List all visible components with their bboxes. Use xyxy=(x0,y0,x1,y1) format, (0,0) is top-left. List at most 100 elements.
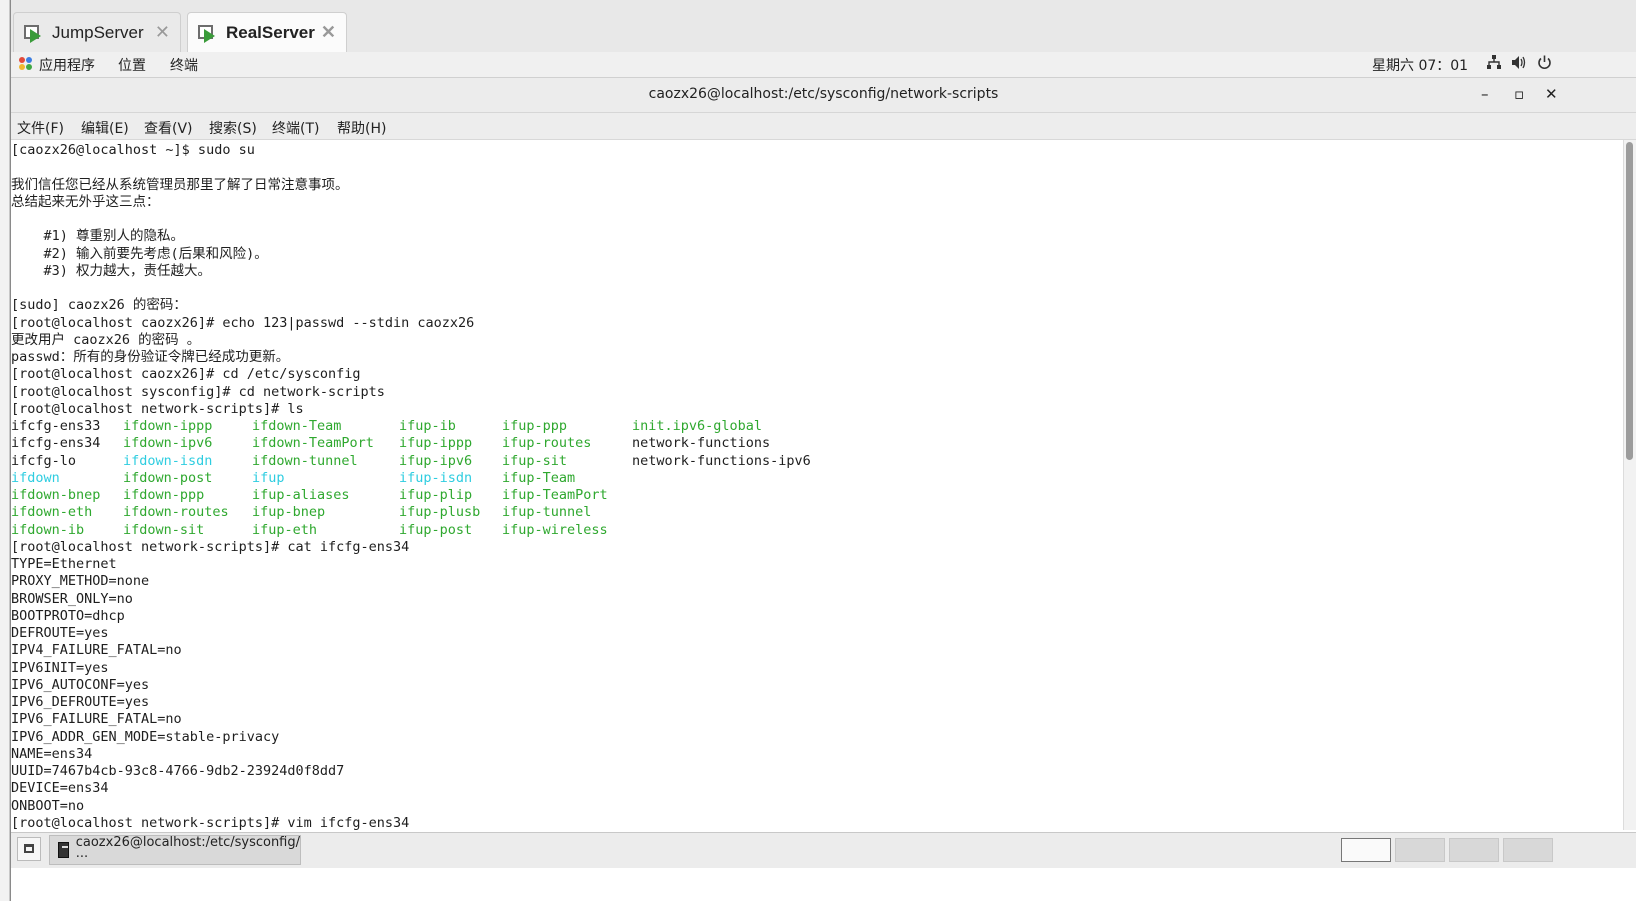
places-menu[interactable]: 位置 xyxy=(118,55,146,75)
terminal-line: passwd：所有的身份验证令牌已经成功更新。 xyxy=(11,349,290,365)
vm-tab-bar: JumpServer ✕ RealServer ✕ xyxy=(11,0,1636,53)
ls-entry: ifup-routes xyxy=(502,435,592,452)
menu-terminal[interactable]: 终端(T) xyxy=(272,118,319,138)
scrollbar-thumb[interactable] xyxy=(1626,142,1633,460)
ls-entry: ifup-ib xyxy=(399,418,456,434)
workspace-2[interactable] xyxy=(1395,838,1445,862)
window-title: caozx26@localhost:/etc/sysconfig/network… xyxy=(648,86,999,102)
minimize-button[interactable]: – xyxy=(1481,85,1489,103)
menu-file[interactable]: 文件(F) xyxy=(17,118,64,138)
ls-entry: ifcfg-ens33 xyxy=(11,418,101,434)
ls-entry: ifup-plusb xyxy=(399,504,481,521)
ls-entry: ifup-eth xyxy=(252,521,318,538)
terminal-line: BROWSER_ONLY=no xyxy=(11,590,133,607)
ls-entry: ifdown-bnep xyxy=(11,487,101,503)
workspace-3[interactable] xyxy=(1449,838,1499,862)
ls-entry: init.ipv6-global xyxy=(632,418,763,434)
ls-entry: ifdown-eth xyxy=(11,504,93,521)
ls-entry: network-functions xyxy=(632,435,771,452)
ls-output-row: ifcfg-lo ifdown-isdn ifdown-tunnel ifup-ipv… xyxy=(11,453,1011,470)
vm-play-icon xyxy=(24,23,44,43)
tab-realserver[interactable]: RealServer ✕ xyxy=(187,12,347,52)
workspace-4[interactable] xyxy=(1503,838,1553,862)
ls-entry: ifdown-sit xyxy=(123,521,205,538)
menu-edit[interactable]: 编辑(E) xyxy=(81,118,129,138)
terminal-line: IPV6_DEFROUTE=yes xyxy=(11,694,150,710)
terminal-line: UUID=7467b4cb-93c8-4766-9db2-23924d0f8dd… xyxy=(11,763,345,779)
close-icon[interactable]: ✕ xyxy=(155,22,170,43)
terminal-line: [root@localhost sysconfig]# cd network-s… xyxy=(11,383,385,400)
terminal-line: IPV6_FAILURE_FATAL=no xyxy=(11,711,182,728)
ls-entry: ifdown-ppp xyxy=(123,487,205,503)
terminal-line: #3) 权力越大，责任越大。 xyxy=(11,262,212,279)
terminal-line: IPV6_ADDR_GEN_MODE=stable-privacy xyxy=(11,728,280,745)
ls-output-row: ifcfg-ens33 ifdown-ippp ifdown-Team ifup-ib… xyxy=(11,418,1011,435)
terminal-line: #2) 输入前要先考虑(后果和风险)。 xyxy=(11,245,268,262)
menu-search[interactable]: 搜索(S) xyxy=(209,118,257,138)
terminal-line: BOOTPROTO=dhcp xyxy=(11,607,125,624)
terminal-output[interactable]: [caozx26@localhost ~]$ sudo su 我们信任您已经从系统… xyxy=(11,140,1624,830)
ls-entry: ifup-tunnel xyxy=(502,504,592,521)
terminal-line: ONBOOT=no xyxy=(11,797,85,814)
ls-entry: ifup-post xyxy=(399,521,473,538)
window-titlebar[interactable]: caozx26@localhost:/etc/sysconfig/network… xyxy=(11,78,1636,113)
ls-entry: ifup-ppp xyxy=(502,418,568,434)
terminal-line: IPV6_AUTOCONF=yes xyxy=(11,676,150,693)
ls-entry: ifup-ipv6 xyxy=(399,452,473,469)
close-button[interactable]: ✕ xyxy=(1545,85,1558,103)
terminal-line: IPV6INIT=yes xyxy=(11,659,109,676)
terminal-icon xyxy=(58,842,69,858)
host-left-edge xyxy=(0,0,10,901)
menu-view[interactable]: 查看(V) xyxy=(144,118,193,138)
tab-label: JumpServer xyxy=(52,22,144,42)
terminal-menubar: 文件(F) 编辑(E) 查看(V) 搜索(S) 终端(T) 帮助(H) xyxy=(11,113,1636,140)
ls-entry: ifup-Team xyxy=(502,469,576,486)
gnome-apps-icon xyxy=(19,57,32,70)
menu-help[interactable]: 帮助(H) xyxy=(337,118,386,138)
gnome-top-panel: 应用程序 位置 终端 星期六 07：01 xyxy=(11,52,1636,78)
ls-entry: ifdown xyxy=(11,469,60,486)
ls-entry: ifup-wireless xyxy=(502,521,608,538)
ls-entry: ifdown-isdn xyxy=(123,452,213,469)
terminal-line: NAME=ens34 xyxy=(11,745,93,762)
ls-entry: ifup-plip xyxy=(399,487,473,503)
ls-entry: ifdown-ippp xyxy=(123,418,213,434)
system-tray[interactable] xyxy=(1487,55,1552,74)
terminal-app-menu[interactable]: 终端 xyxy=(170,55,198,75)
ls-entry: ifup-sit xyxy=(502,452,568,469)
ls-entry: ifup-isdn xyxy=(399,469,473,486)
ls-output-row: ifcfg-ens34 ifdown-ipv6 ifdown-TeamPort ifu… xyxy=(11,435,1011,452)
clock[interactable]: 星期六 07：01 xyxy=(1372,55,1468,75)
tab-jumpserver[interactable]: JumpServer ✕ xyxy=(13,12,181,52)
taskbar-window-button[interactable]: caozx26@localhost:/etc/sysconfig/··· xyxy=(49,835,301,865)
terminal-line: #1) 尊重别人的隐私。 xyxy=(11,228,185,245)
terminal-line: [root@localhost network-scripts]# vim if… xyxy=(11,814,410,830)
ls-entry: network-functions-ipv6 xyxy=(632,452,811,469)
ls-output-row: ifdown-ib ifdown-sit ifup-eth ifup-post ifup… xyxy=(11,522,1011,539)
vm-console: JumpServer ✕ RealServer ✕ 应用程序 位置 终端 星期六… xyxy=(10,0,1636,901)
terminal-line: [root@localhost network-scripts]# cat if… xyxy=(11,538,410,555)
maximize-button[interactable]: ▫ xyxy=(1514,85,1524,103)
terminal-line: 总结起来无外乎这三点： xyxy=(11,193,160,210)
terminal-line: [root@localhost network-scripts]# ls xyxy=(11,400,304,417)
close-icon[interactable]: ✕ xyxy=(321,22,336,43)
gnome-taskbar: caozx26@localhost:/etc/sysconfig/··· xyxy=(11,832,1636,868)
terminal-line: PROXY_METHOD=none xyxy=(11,573,150,590)
terminal-scrollbar[interactable] xyxy=(1623,140,1636,830)
ls-entry: ifdown-post xyxy=(123,469,213,486)
ls-entry: ifup-ippp xyxy=(399,435,473,452)
terminal-line: [caozx26@localhost ~]$ sudo su xyxy=(11,142,255,158)
terminal-line: [sudo] caozx26 的密码： xyxy=(11,297,187,314)
workspace-1[interactable] xyxy=(1341,838,1391,862)
taskbar-window-label: caozx26@localhost:/etc/sysconfig/··· xyxy=(75,835,300,865)
terminal-line: 我们信任您已经从系统管理员那里了解了日常注意事项。 xyxy=(11,176,349,193)
terminal-line: 更改用户 caozx26 的密码 。 xyxy=(11,331,201,348)
volume-icon xyxy=(1511,55,1527,74)
applications-menu[interactable]: 应用程序 xyxy=(39,55,95,75)
ls-entry: ifup-TeamPort xyxy=(502,487,608,503)
terminal-line: TYPE=Ethernet xyxy=(11,556,117,572)
ls-output-row: ifdown-eth ifdown-routes ifup-bnep ifup-plu… xyxy=(11,504,1011,521)
show-desktop-button[interactable] xyxy=(17,837,41,861)
ls-entry: ifdown-routes xyxy=(123,504,229,521)
network-icon xyxy=(1487,55,1501,74)
